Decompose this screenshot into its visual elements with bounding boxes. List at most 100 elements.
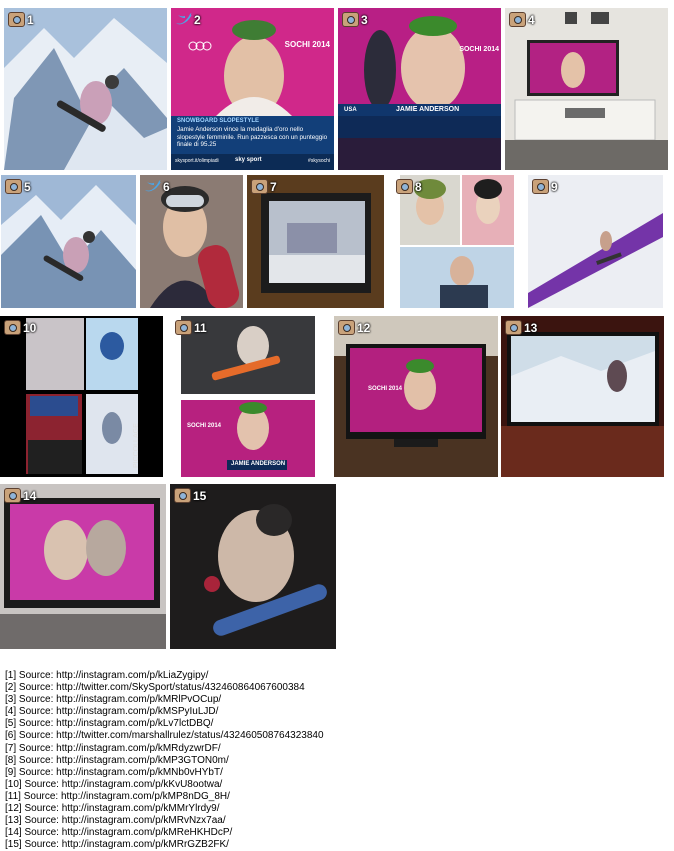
photo-tile-1[interactable]: 1 [4, 8, 167, 170]
broadcast-banner: SOCHI 2014 [459, 46, 499, 53]
instagram-badge: 11 [175, 320, 207, 335]
broadcast-banner: SOCHI 2014 [187, 423, 222, 429]
tv-in-dark-room-image [501, 316, 664, 477]
instagram-badge: 10 [4, 320, 36, 335]
tile-number: 9 [551, 179, 558, 194]
tile-number: 5 [24, 179, 31, 194]
source-line: [11] Source: http://instagram.com/p/kMP8… [5, 790, 230, 802]
snowboarder-mountain-image [4, 8, 167, 170]
photo-tile-2[interactable]: 2 SOCHI 2014 SNOWBOARD SLOPESTYLE Jamie … [171, 8, 334, 170]
instagram-badge: 14 [4, 488, 36, 503]
photo-tile-13[interactable]: 13 [501, 316, 664, 477]
athlete-name-bar: JAMIE ANDERSON [396, 106, 460, 113]
source-line: [1] Source: http://instagram.com/p/kLiaZ… [5, 670, 209, 681]
tv-on-stand-image [334, 316, 498, 477]
instagram-icon [8, 12, 25, 27]
instagram-badge: 4 [509, 12, 535, 27]
source-line: [6] Source: http://twitter.com/marshallr… [5, 730, 324, 742]
twitter-badge: 2 [175, 12, 201, 27]
tile-number: 6 [163, 179, 170, 194]
slopestyle-rail-image [528, 175, 663, 308]
caption-text: Jamie Anderson vince la medaglia d'oro n… [177, 126, 328, 148]
photo-tile-8[interactable]: 8 [392, 175, 523, 308]
country-label: USA [344, 107, 357, 113]
source-line: [10] Source: http://instagram.com/p/kKvU… [5, 778, 223, 790]
source-line: [7] Source: http://instagram.com/p/kMRdy… [5, 742, 221, 754]
tile-number: 15 [193, 488, 207, 503]
broadcast-banner: SOCHI 2014 [284, 40, 330, 49]
instagram-badge: 15 [174, 488, 206, 503]
instagram-badge: 1 [8, 12, 34, 27]
instagram-icon [175, 320, 192, 335]
instagram-icon [342, 12, 359, 27]
source-line: [5] Source: http://instagram.com/p/kLv7l… [5, 718, 214, 730]
instagram-icon [505, 320, 522, 335]
tv-broadcast-image [338, 8, 501, 170]
instagram-badge: 9 [532, 179, 558, 194]
collage-watermark: PICCOLLAGE [133, 423, 140, 468]
footer-left: skysport.it/olimpiadi [175, 158, 219, 164]
instagram-badge: 12 [338, 320, 370, 335]
footer-right: #skysochi [308, 158, 330, 164]
instagram-icon [509, 12, 526, 27]
instagram-icon [396, 179, 413, 194]
source-line: [9] Source: http://instagram.com/p/kMNb0… [5, 766, 223, 778]
photo-tile-12[interactable]: 12 SOCHI 2014 [334, 316, 498, 477]
instagram-icon [174, 488, 191, 503]
snowboarder-mountain-image [1, 175, 136, 308]
photo-tile-14[interactable]: 14 [0, 484, 166, 649]
tv-screen-image [247, 175, 384, 308]
photo-tile-15[interactable]: 15 [170, 484, 336, 649]
photo-tile-6[interactable]: 6 [140, 175, 243, 308]
tile-number: 1 [27, 12, 34, 27]
caption-tag: SNOWBOARD SLOPESTYLE [177, 118, 260, 124]
instagram-icon [4, 320, 21, 335]
source-line: [8] Source: http://instagram.com/p/kMP3G… [5, 754, 229, 766]
instagram-icon [5, 179, 22, 194]
twitter-bird-icon [175, 12, 192, 27]
twitter-badge: 6 [144, 179, 170, 194]
snowboard-grab-image [170, 484, 336, 649]
instagram-icon [4, 488, 21, 503]
instagram-badge: 7 [251, 179, 277, 194]
tile-number: 4 [528, 12, 535, 27]
instagram-icon [338, 320, 355, 335]
photo-tile-3[interactable]: 3 SOCHI 2014 USA JAMIE ANDERSON [338, 8, 501, 170]
photo-tile-7[interactable]: 7 [247, 175, 384, 308]
instagram-icon [251, 179, 268, 194]
collage-portraits-image [392, 175, 523, 308]
athlete-with-board-image [140, 175, 243, 308]
source-line: [3] Source: http://instagram.com/p/kMRlP… [5, 694, 222, 706]
source-list: [1] Source: http://instagram.com/p/kLiaZ… [5, 670, 324, 851]
broadcast-banner: SOCHI 2014 [368, 386, 403, 392]
photo-tile-10[interactable]: 10 PICCOLLAGE [0, 316, 163, 477]
instagram-badge: 3 [342, 12, 368, 27]
twitter-bird-icon [144, 179, 161, 194]
source-line: [2] Source: http://twitter.com/SkySport/… [5, 682, 305, 694]
instagram-badge: 5 [5, 179, 31, 194]
photo-tile-5[interactable]: 5 [1, 175, 136, 308]
photo-tile-4[interactable]: 4 [505, 8, 668, 170]
living-room-tv-image [505, 8, 668, 170]
photo-tile-11[interactable]: 11 SOCHI 2014 JAMIE ANDERSON [171, 316, 331, 477]
tv-hug-image [0, 484, 166, 649]
instagram-badge: 8 [396, 179, 422, 194]
tile-number: 7 [270, 179, 277, 194]
tile-number: 13 [524, 320, 538, 335]
tv-broadcast-collage-image [171, 316, 331, 477]
source-line: [12] Source: http://instagram.com/p/kMMr… [5, 803, 220, 815]
photo-tile-9[interactable]: 9 [528, 175, 663, 308]
instagram-icon [532, 179, 549, 194]
tile-number: 10 [23, 320, 37, 335]
source-line: [14] Source: http://instagram.com/p/kMRe… [5, 827, 233, 839]
instagram-badge: 13 [505, 320, 537, 335]
tile-number: 14 [23, 488, 37, 503]
tile-number: 12 [357, 320, 371, 335]
athlete-name-bar: JAMIE ANDERSON [231, 461, 286, 467]
source-line: [15] Source: http://instagram.com/p/kMRr… [5, 839, 229, 851]
tile-number: 3 [361, 12, 368, 27]
tile-number: 11 [194, 320, 207, 335]
tile-number: 2 [194, 12, 201, 27]
footer-mid: sky sport [235, 157, 262, 163]
tile-number: 8 [415, 179, 422, 194]
